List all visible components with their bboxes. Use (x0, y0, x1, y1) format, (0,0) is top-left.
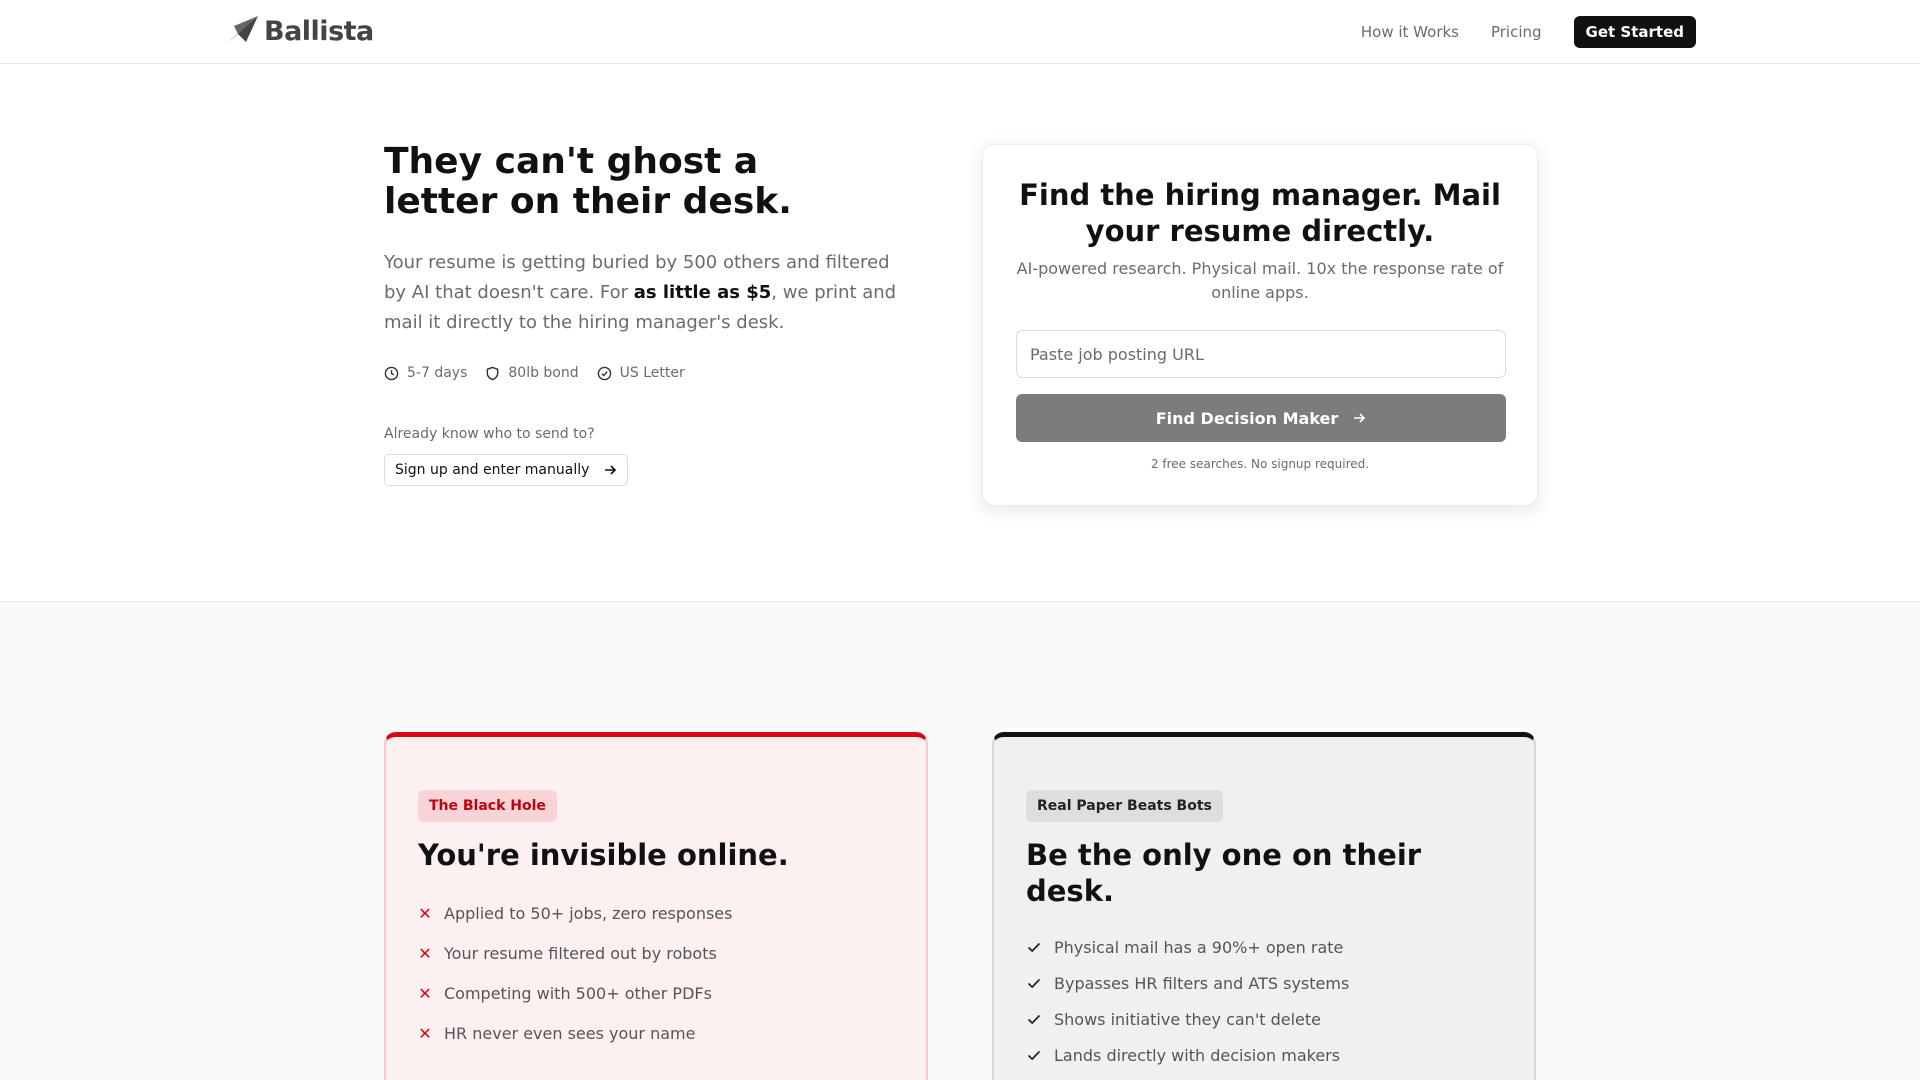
x-icon: ✕ (418, 983, 432, 1003)
free-searches-note: 2 free searches. No signup required. (1150, 457, 1370, 471)
list-item-text: Applied to 50+ jobs, zero responses (444, 903, 733, 923)
x-icon: ✕ (418, 903, 432, 923)
list-item-text: HR never even sees your name (444, 1023, 696, 1043)
get-started-button[interactable]: Get Started (1573, 16, 1696, 48)
card-title: Find the hiring manager. Mail your resum… (1019, 178, 1501, 248)
check-icon (1026, 1011, 1042, 1027)
job-url-input[interactable] (1016, 330, 1506, 378)
feature-delivery-time: 5-7 days (384, 365, 467, 381)
list-item: Shows initiative they can't delete (1026, 1001, 1349, 1037)
list-item: ✕ Applied to 50+ jobs, zero responses (418, 893, 732, 933)
list-item-text: Physical mail has a 90%+ open rate (1054, 937, 1344, 957)
problem-list: ✕ Applied to 50+ jobs, zero responses ✕ Yo… (418, 893, 732, 1053)
black-hole-badge: The Black Hole (418, 790, 557, 822)
x-icon: ✕ (418, 1023, 432, 1043)
nav-how-it-works[interactable]: How it Works (1361, 16, 1459, 48)
list-item: ✕ Your resume filtered out by robots (418, 933, 732, 973)
arrow-right-icon (605, 465, 617, 475)
card-subtitle: AI-powered research. Physical mail. 10x … (1016, 259, 1504, 302)
hero-price-highlight: as little as $5 (633, 282, 772, 303)
benefit-list: Physical mail has a 90%+ open rate Bypas… (1026, 929, 1349, 1073)
list-item-text: Lands directly with decision makers (1054, 1045, 1341, 1065)
hero-description: Your resume is getting buried by 500 oth… (384, 248, 904, 338)
list-item: Physical mail has a 90%+ open rate (1026, 929, 1349, 965)
list-item-text: Shows initiative they can't delete (1054, 1009, 1321, 1029)
manual-entry-label: Sign up and enter manually (395, 462, 590, 478)
site-header: Ballista How it Works Pricing Get Starte… (0, 0, 1920, 64)
real-paper-panel: Real Paper Beats Bots Be the only one on… (992, 732, 1536, 1080)
list-item: ✕ HR never even sees your name (418, 1013, 732, 1053)
hero-title: They can't ghost a letter on their desk. (384, 141, 792, 222)
manual-entry-button[interactable]: Sign up and enter manually (384, 454, 629, 486)
shield-icon (487, 366, 499, 380)
list-item: ✕ Competing with 500+ other PDFs (418, 973, 732, 1013)
feature-paper-size: US Letter (597, 365, 685, 381)
list-item: Lands directly with decision makers (1026, 1037, 1349, 1073)
feature-list: 5-7 days 80lb bond US Letter (384, 365, 904, 381)
feature-paper-weight: 80lb bond (485, 365, 579, 381)
arrowhead-logo-icon (226, 16, 258, 44)
check-icon (1026, 975, 1042, 991)
list-item-text: Your resume filtered out by robots (444, 943, 717, 963)
check-icon (1026, 939, 1042, 955)
list-item-text: Competing with 500+ other PDFs (444, 983, 712, 1003)
clock-icon (384, 366, 399, 380)
find-button-label: Find Decision Maker (1155, 408, 1339, 428)
brand-logo[interactable]: Ballista (224, 14, 374, 48)
real-paper-badge: Real Paper Beats Bots (1026, 790, 1223, 822)
check-circle-icon (597, 366, 611, 380)
check-icon (1026, 1047, 1042, 1063)
feature-label: 5-7 days (407, 365, 468, 381)
list-item: Bypasses HR filters and ATS systems (1026, 965, 1349, 1001)
main-nav: How it Works Pricing Get Started (1361, 16, 1696, 48)
nav-pricing[interactable]: Pricing (1491, 16, 1542, 48)
brand-name: Ballista (264, 15, 374, 47)
real-paper-title: Be the only one on their desk. (1026, 838, 1422, 908)
arrow-right-icon (1354, 413, 1366, 423)
x-icon: ✕ (418, 943, 432, 963)
comparison-section: The Black Hole You're invisible online. … (0, 601, 1920, 1080)
black-hole-title: You're invisible online. (418, 838, 789, 872)
already-know-label: Already know who to send to? (384, 426, 595, 442)
feature-label: 80lb bond (508, 365, 579, 381)
hero-section: They can't ghost a letter on their desk.… (384, 142, 904, 486)
list-item-text: Bypasses HR filters and ATS systems (1054, 973, 1350, 993)
black-hole-panel: The Black Hole You're invisible online. … (384, 732, 928, 1080)
find-decision-maker-button[interactable]: Find Decision Maker (1016, 394, 1506, 442)
search-card: Find the hiring manager. Mail your resum… (982, 144, 1538, 506)
feature-label: US Letter (619, 365, 685, 381)
